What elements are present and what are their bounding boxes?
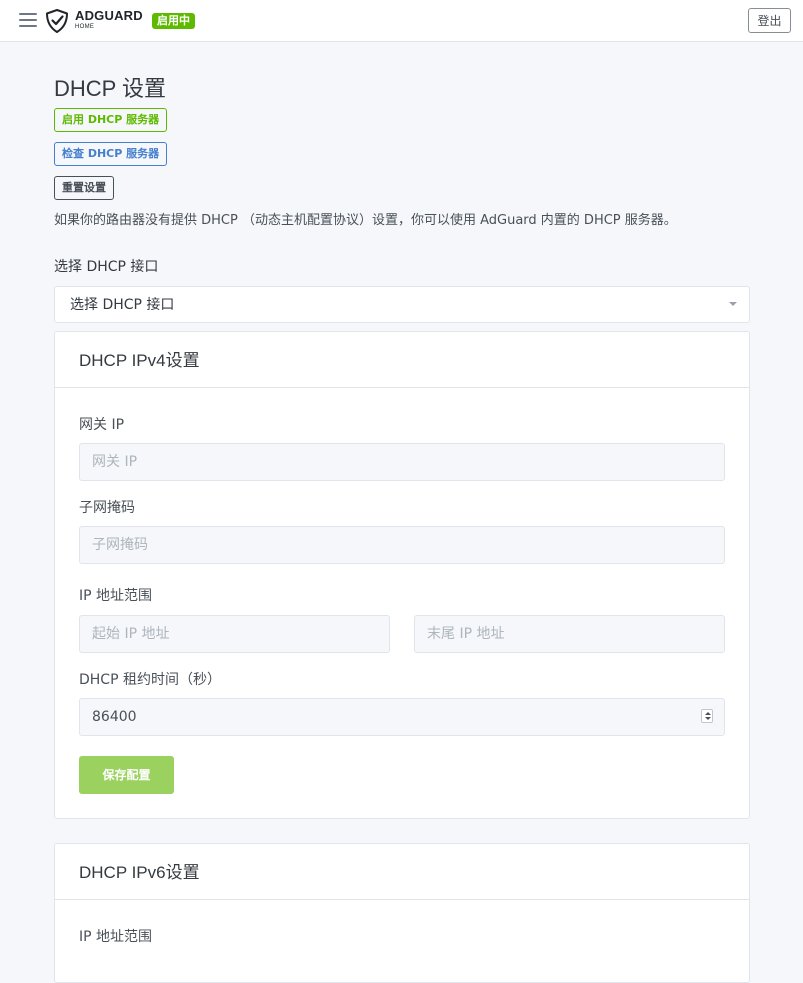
top-header: ADGUARD HOME 启用中 登出 xyxy=(0,0,803,42)
lease-time-input[interactable] xyxy=(79,698,725,736)
adguard-shield-logo-icon xyxy=(46,9,68,33)
gateway-ip-input[interactable] xyxy=(79,443,725,481)
lease-time-label: DHCP 租约时间（秒） xyxy=(79,672,221,688)
lease-time-field xyxy=(79,698,725,736)
chevron-down-icon xyxy=(729,302,737,306)
check-dhcp-button[interactable]: 检查 DHCP 服务器 xyxy=(54,142,168,166)
hamburger-menu-icon[interactable] xyxy=(19,13,37,27)
gateway-ip-label: 网关 IP xyxy=(79,417,125,433)
enable-dhcp-button[interactable]: 启用 DHCP 服务器 xyxy=(54,108,168,132)
ipv6-card-title: DHCP IPv6设置 xyxy=(79,863,200,882)
ipv6-ip-range-label: IP 地址范围 xyxy=(79,929,153,945)
subnet-mask-input[interactable] xyxy=(79,526,725,564)
interface-select[interactable]: 选择 DHCP 接口 xyxy=(54,286,750,323)
interface-select-label: 选择 DHCP 接口 xyxy=(54,259,159,275)
ipv4-card-title: DHCP IPv4设置 xyxy=(79,351,200,370)
logout-button[interactable]: 登出 xyxy=(748,8,791,33)
range-end-input[interactable] xyxy=(414,615,725,653)
number-stepper-icon[interactable] xyxy=(701,709,713,723)
page-title: DHCP 设置 xyxy=(54,76,167,101)
ipv6-settings-card: DHCP IPv6设置 IP 地址范围 xyxy=(54,843,750,983)
logo-wordmark: ADGUARD HOME xyxy=(75,9,143,30)
reset-settings-button[interactable]: 重置设置 xyxy=(54,176,114,200)
range-start-input[interactable] xyxy=(79,615,390,653)
status-badge: 启用中 xyxy=(152,13,195,29)
save-config-button[interactable]: 保存配置 xyxy=(79,756,174,794)
interface-select-value: 选择 DHCP 接口 xyxy=(70,297,175,313)
ipv4-card-header: DHCP IPv4设置 xyxy=(55,332,749,388)
subnet-mask-label: 子网掩码 xyxy=(79,500,135,516)
dhcp-description: 如果你的路由器没有提供 DHCP （动态主机配置协议）设置，你可以使用 AdGu… xyxy=(54,213,677,228)
logo-sub-text: HOME xyxy=(75,24,95,30)
logo-main-text: ADGUARD xyxy=(75,8,143,23)
ipv4-settings-card: DHCP IPv4设置 网关 IP 子网掩码 IP 地址范围 DHCP 租约时间… xyxy=(54,331,750,819)
ipv6-card-header: DHCP IPv6设置 xyxy=(55,844,749,900)
ip-range-label: IP 地址范围 xyxy=(79,588,153,604)
